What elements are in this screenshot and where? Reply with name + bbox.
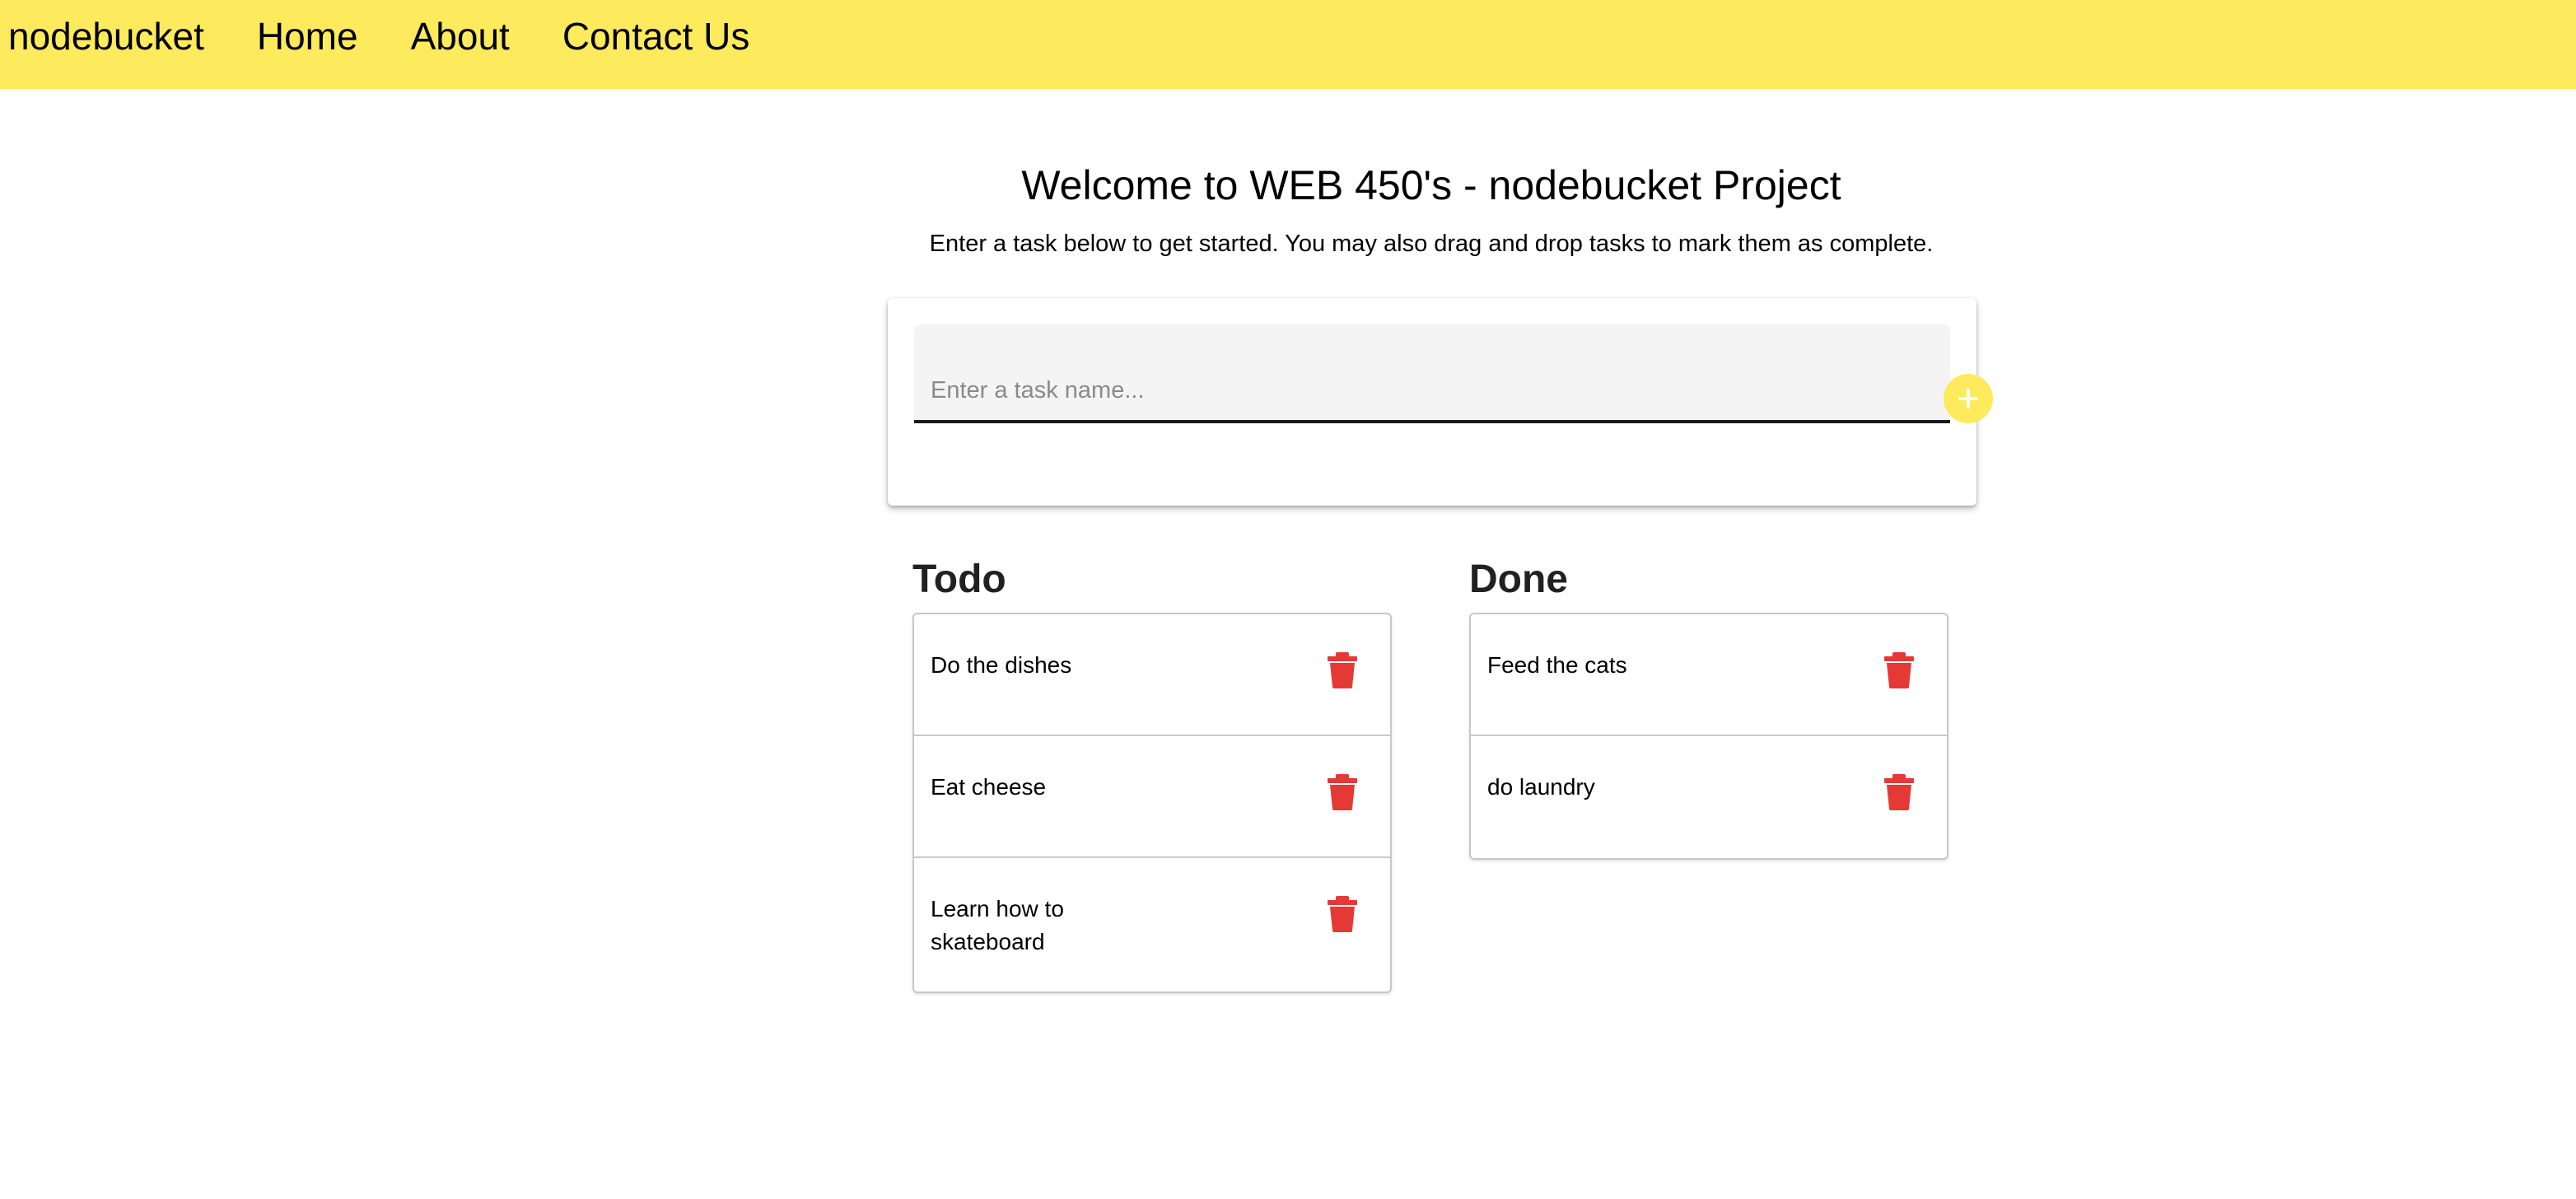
trash-icon[interactable]: [1883, 774, 1916, 810]
task-label: Feed the cats: [1487, 652, 1627, 678]
trash-icon[interactable]: [1326, 896, 1359, 932]
trash-icon[interactable]: [1883, 652, 1916, 688]
todo-heading: Todo: [912, 558, 1006, 601]
top-toolbar: nodebucket Home About Contact Us: [0, 0, 2576, 89]
todo-item[interactable]: Eat cheese: [914, 736, 1390, 858]
nav-about-link[interactable]: About: [411, 13, 510, 59]
plus-circle-icon: [1958, 389, 1978, 408]
page-subtitle: Enter a task below to get started. You m…: [929, 231, 1934, 257]
done-list[interactable]: Feed the cats do laundry: [1469, 613, 1948, 860]
todo-item[interactable]: Do the dishes: [914, 614, 1390, 736]
nav-home-link[interactable]: Home: [257, 13, 358, 59]
add-task-button[interactable]: [1944, 374, 1993, 423]
task-name-field: [914, 324, 1993, 423]
task-label: Learn how to skateboard: [931, 896, 1064, 954]
task-label: Eat cheese: [931, 774, 1047, 800]
nav-contact-link[interactable]: Contact Us: [562, 13, 750, 59]
task-name-input[interactable]: [931, 372, 1836, 408]
brand-link[interactable]: nodebucket: [8, 13, 204, 59]
trash-icon[interactable]: [1326, 774, 1359, 810]
trash-icon[interactable]: [1326, 652, 1359, 688]
task-label: Do the dishes: [931, 652, 1072, 678]
todo-item[interactable]: Learn how to skateboard: [914, 858, 1390, 991]
page-title: Welcome to WEB 450's - nodebucket Projec…: [1021, 162, 1841, 208]
done-item[interactable]: do laundry: [1471, 736, 1947, 858]
done-heading: Done: [1469, 558, 1568, 601]
todo-list[interactable]: Do the dishes Eat cheese Learn how to sk…: [912, 613, 1392, 993]
task-form-card: [888, 298, 1993, 506]
done-item[interactable]: Feed the cats: [1471, 614, 1947, 736]
task-label: do laundry: [1487, 774, 1595, 800]
